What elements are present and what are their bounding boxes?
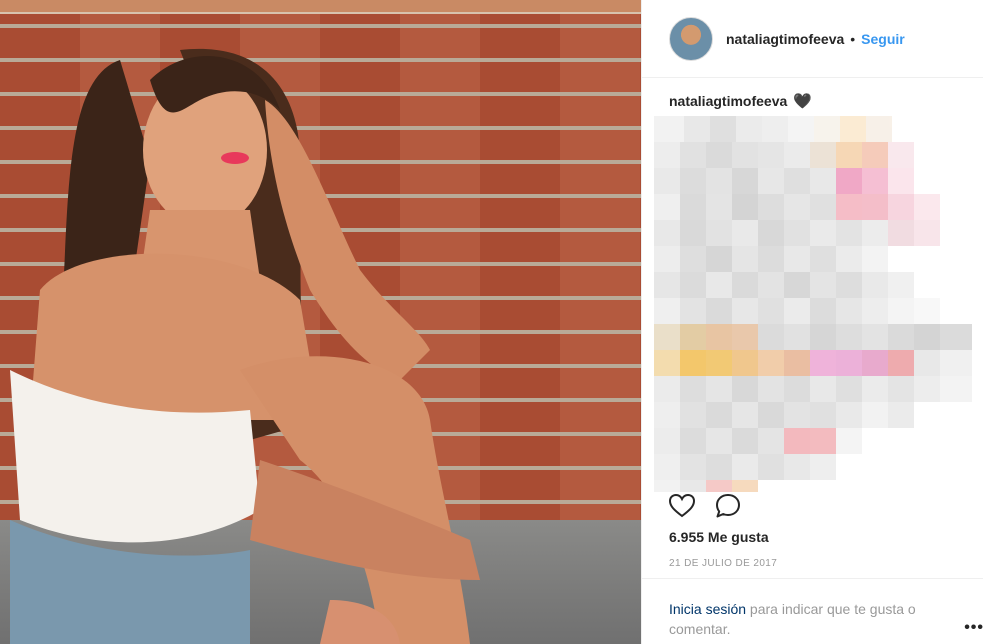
post-side-panel: nataliagtimofeeva • Seguir nataliagtimof… — [641, 0, 984, 644]
login-footer: Inicia sesión para indicar que te gusta … — [642, 578, 984, 644]
follow-button[interactable]: Seguir — [861, 31, 905, 47]
post-actions — [668, 492, 742, 520]
pixelated-comments-area — [654, 116, 972, 492]
page-edge — [983, 0, 1000, 644]
login-prompt: Inicia sesión para indicar que te gusta … — [669, 599, 969, 639]
post-photo[interactable] — [0, 0, 641, 644]
photo-roof-edge — [0, 0, 641, 14]
black-heart-emoji: 🖤 — [793, 93, 812, 110]
separator-dot: • — [850, 30, 856, 47]
login-link[interactable]: Inicia sesión — [669, 601, 746, 617]
heart-outline-icon[interactable] — [668, 492, 696, 520]
likes-count[interactable]: 6.955 Me gusta — [669, 529, 769, 545]
post-header: nataliagtimofeeva • Seguir — [642, 0, 984, 78]
post-date: 21 DE JULIO DE 2017 — [669, 558, 778, 569]
comment-bubble-icon[interactable] — [714, 492, 742, 520]
author-username[interactable]: nataliagtimofeeva — [726, 31, 844, 47]
caption-username[interactable]: nataliagtimofeeva — [669, 93, 787, 109]
photo-woman-figure — [10, 48, 480, 644]
avatar[interactable] — [669, 16, 713, 61]
more-options-icon[interactable]: ••• — [964, 619, 984, 637]
post-caption: nataliagtimofeeva 🖤 — [669, 92, 812, 110]
